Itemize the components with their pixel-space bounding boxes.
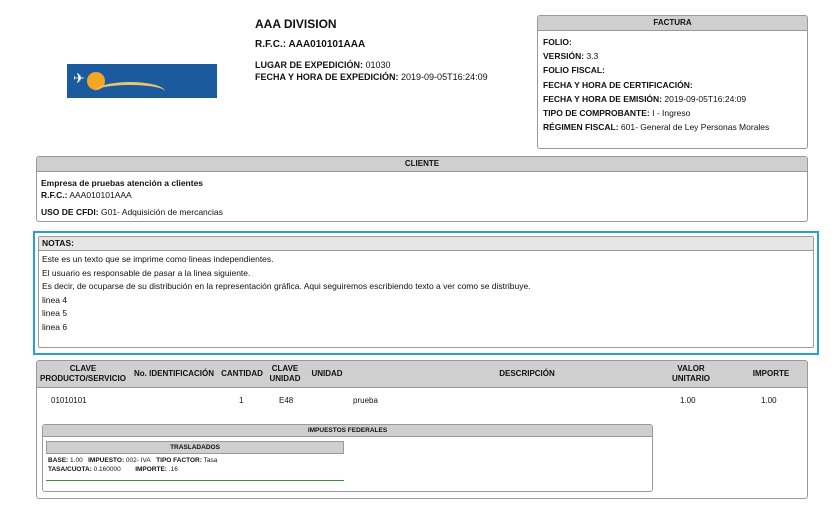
col-cantidad: CANTIDAD — [221, 369, 263, 378]
company-logo: ✈ — [67, 64, 217, 98]
col-valor-unitario: VALOR UNITARIO — [661, 364, 721, 384]
factura-row: FECHA Y HORA DE CERTIFICACIÓN: — [543, 78, 802, 92]
tasa-label: TASA/CUOTA: — [48, 466, 92, 473]
swoosh-graphic — [95, 82, 165, 98]
col-clave-producto: CLAVE PRODUCTO/SERVICIO — [39, 364, 127, 384]
col-clave-unidad: CLAVE UNIDAD — [265, 364, 305, 384]
notas-lines: Este es un texto que se imprime como lin… — [39, 251, 813, 335]
base-label: BASE: — [48, 457, 69, 464]
col-clave-unidad-line1: CLAVE — [271, 364, 299, 373]
factura-box: FACTURA FOLIO: VERSIÓN: 3.3 FOLIO FISCAL… — [537, 15, 808, 149]
uso-cfdi-value: G01- Adquisición de mercancias — [98, 207, 223, 217]
nota-line: Este es un texto que se imprime como lin… — [42, 254, 274, 264]
factura-row-label: FOLIO: — [543, 37, 572, 47]
factura-row: FOLIO FISCAL: — [543, 63, 802, 77]
factura-title: FACTURA — [538, 16, 807, 31]
factura-row-label: VERSIÓN: — [543, 51, 585, 62]
cell-descripcion: prueba — [353, 396, 378, 405]
factura-row-label: FECHA Y HORA DE CERTIFICACIÓN: — [543, 79, 693, 90]
col-unidad: UNIDAD — [311, 369, 343, 378]
cell-cantidad: 1 — [239, 396, 244, 405]
cliente-rfc-value: AAA010101AAA — [67, 190, 132, 200]
airplane-icon: ✈ — [73, 70, 85, 86]
nota-line: Es decir, de ocuparse de su distribución… — [42, 281, 531, 292]
factura-row: FECHA Y HORA DE EMISIÓN: 2019-09-05T16:2… — [543, 92, 802, 106]
importe-impuesto-value: .16 — [166, 466, 178, 473]
trasladado-row-1: BASE: 1.00 IMPUESTO: 002- IVA TIPO FACTO… — [46, 454, 344, 465]
fecha-label: FECHA Y HORA DE EXPEDICIÓN: — [255, 72, 399, 82]
nota-line: linea 5 — [42, 308, 68, 319]
factura-rows: FOLIO: VERSIÓN: 3.3 FOLIO FISCAL: FECHA … — [538, 31, 807, 138]
importe-impuesto-label: IMPORTE: — [135, 466, 167, 473]
cliente-nombre: Empresa de pruebas atención a clientes — [41, 178, 204, 188]
trasladados-title: TRASLADADOS — [46, 441, 344, 454]
col-descripcion: DESCRIPCIÓN — [499, 369, 555, 378]
factura-row-label: FECHA Y HORA DE EMISIÓN: — [543, 93, 663, 104]
factura-row: VERSIÓN: 3.3 — [543, 49, 802, 63]
emisor-rfc: R.F.C.: AAA010101AAA — [255, 39, 366, 50]
col-valor-line2: UNITARIO — [671, 374, 711, 383]
notas-section: NOTAS: Este es un texto que se imprime c… — [33, 231, 819, 355]
factura-row: TIPO DE COMPROBANTE: I - Ingreso — [543, 106, 802, 120]
cell-importe: 1.00 — [761, 396, 777, 405]
factura-row: FOLIO: — [543, 35, 802, 49]
fecha-value: 2019-09-05T16:24:09 — [398, 72, 488, 82]
impuestos-title: IMPUESTOS FEDERALES — [43, 425, 652, 437]
nota-line: linea 6 — [42, 321, 68, 332]
conceptos-header: CLAVE PRODUCTO/SERVICIO No. IDENTIFICACI… — [37, 361, 807, 388]
tasa-value: 0.160000 — [91, 466, 121, 473]
factura-row-label: FOLIO FISCAL: — [543, 65, 605, 76]
col-clave-line1: CLAVE — [69, 364, 97, 373]
impuesto-label: IMPUESTO: — [88, 457, 125, 464]
cliente-body: Empresa de pruebas atención a clientes R… — [37, 172, 807, 223]
trasladado-row-2: TASA/CUOTA: 0.160000 IMPORTE: .16 — [46, 465, 344, 474]
cliente-box: CLIENTE Empresa de pruebas atención a cl… — [36, 156, 808, 222]
notas-title: NOTAS: — [39, 237, 813, 251]
col-clave-line2: PRODUCTO/SERVICIO — [40, 374, 126, 383]
base-value: 1.00 — [68, 457, 83, 464]
cell-clave: 01010101 — [51, 396, 87, 405]
fecha-expedicion: FECHA Y HORA DE EXPEDICIÓN: 2019-09-05T1… — [255, 71, 488, 84]
cliente-uso-cfdi: USO DE CFDI: G01- Adquisición de mercanc… — [41, 206, 803, 218]
impuestos-box: IMPUESTOS FEDERALES TRASLADADOS BASE: 1.… — [42, 424, 653, 492]
factura-row-value: 2019-09-05T16:24:09 — [662, 93, 747, 104]
tipo-factor-label: TIPO FACTOR: — [156, 457, 202, 464]
lugar-value: 01030 — [363, 60, 391, 70]
company-name: AAA DIVISION — [255, 17, 337, 31]
col-no-identificacion: No. IDENTIFICACIÓN — [134, 369, 214, 378]
cliente-title: CLIENTE — [37, 157, 807, 172]
col-importe: IMPORTE — [752, 369, 790, 378]
cliente-rfc-label: R.F.C.: — [41, 190, 68, 200]
col-clave-unidad-line2: UNIDAD — [269, 374, 301, 383]
cell-valor-unitario: 1.00 — [680, 396, 696, 405]
factura-row-label: RÉGIMEN FISCAL: — [543, 122, 619, 133]
impuesto-value: 002- IVA — [124, 457, 151, 464]
lugar-label: LUGAR DE EXPEDICIÓN: — [255, 60, 364, 70]
trasladados-section: TRASLADADOS BASE: 1.00 IMPUESTO: 002- IV… — [46, 441, 344, 481]
cliente-rfc: R.F.C.: AAA010101AAA — [41, 189, 803, 201]
nota-line: linea 4 — [42, 294, 68, 305]
cell-clave-unidad: E48 — [279, 396, 294, 405]
trasladados-divider — [46, 480, 344, 481]
factura-row-value: I - Ingreso — [649, 108, 691, 119]
col-valor-line1: VALOR — [677, 364, 705, 373]
notas-box: NOTAS: Este es un texto que se imprime c… — [38, 236, 814, 348]
nota-line: El usuario es responsable de pasar a la … — [42, 267, 251, 278]
tipo-factor-value: Tasa — [201, 457, 218, 464]
factura-row-value: 601- General de Ley Personas Morales — [618, 122, 770, 133]
factura-row-label: TIPO DE COMPROBANTE: — [543, 108, 650, 119]
factura-row-value: 3.3 — [584, 51, 599, 62]
uso-cfdi-label: USO DE CFDI: — [41, 207, 99, 217]
factura-row: RÉGIMEN FISCAL: 601- General de Ley Pers… — [543, 120, 802, 134]
